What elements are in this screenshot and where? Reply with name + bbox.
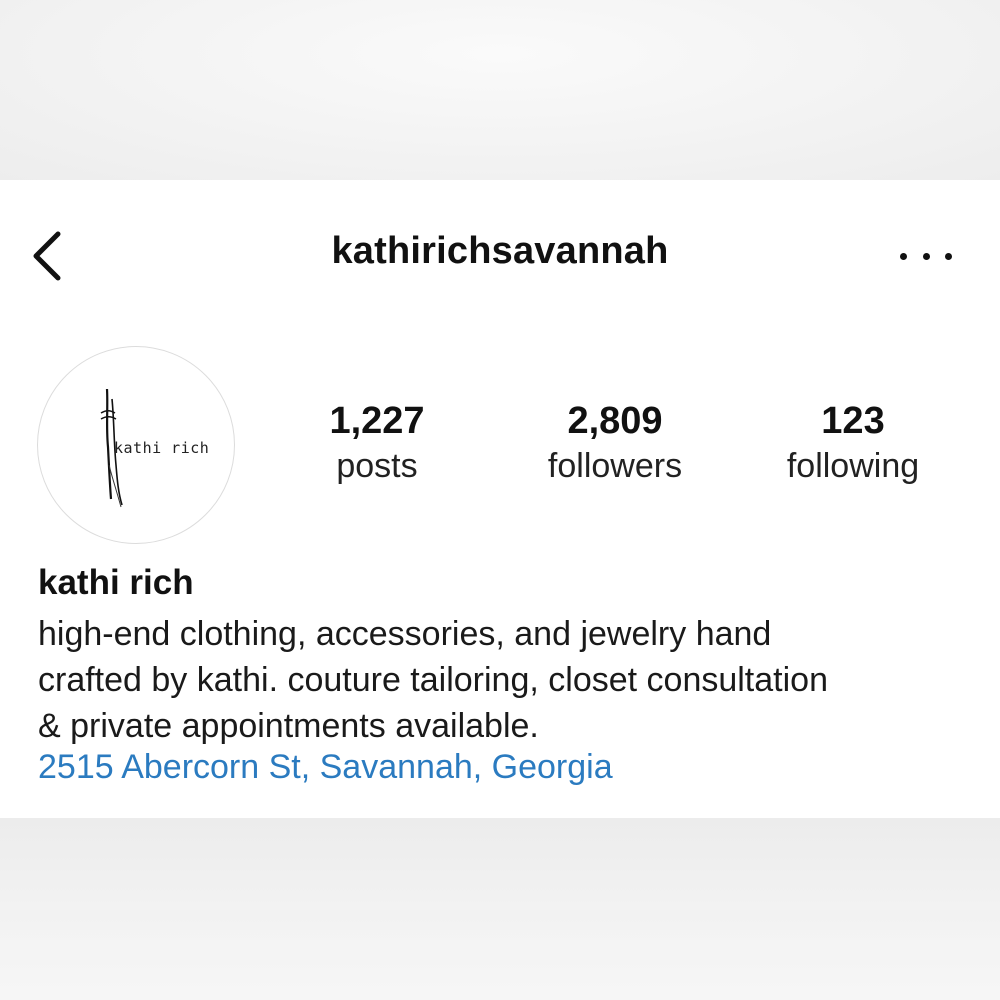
background-bottom — [0, 818, 1000, 1000]
address-link[interactable]: 2515 Abercorn St, Savannah, Georgia — [38, 748, 613, 787]
chevron-left-icon — [33, 231, 61, 281]
posts-count: 1,227 — [329, 400, 425, 442]
profile-username: kathirichsavannah — [331, 230, 669, 272]
followers-stat[interactable]: 2,809 followers — [515, 398, 715, 488]
more-options-button[interactable] — [900, 238, 952, 274]
following-count: 123 — [821, 400, 885, 442]
display-name: kathi rich — [38, 563, 194, 602]
following-label: following — [786, 447, 920, 485]
profile-card: kathirichsavannah kathi rich 1,227 posts… — [0, 180, 1000, 818]
following-stat[interactable]: 123 following — [753, 398, 953, 488]
more-horizontal-icon — [900, 252, 907, 260]
followers-label: followers — [547, 447, 683, 485]
avatar[interactable]: kathi rich — [37, 346, 235, 544]
posts-stat[interactable]: 1,227 posts — [277, 398, 477, 488]
background-top — [0, 0, 1000, 180]
bio-line: & private appointments available. — [38, 707, 539, 745]
posts-label: posts — [336, 447, 418, 485]
bio: high-end clothing, accessories, and jewe… — [38, 611, 978, 749]
bio-line: high-end clothing, accessories, and jewe… — [38, 615, 772, 653]
bio-line: crafted by kathi. couture tailoring, clo… — [38, 661, 828, 699]
followers-count: 2,809 — [567, 400, 663, 442]
avatar-logo-text: kathi rich — [114, 439, 210, 457]
back-button[interactable] — [30, 228, 70, 284]
